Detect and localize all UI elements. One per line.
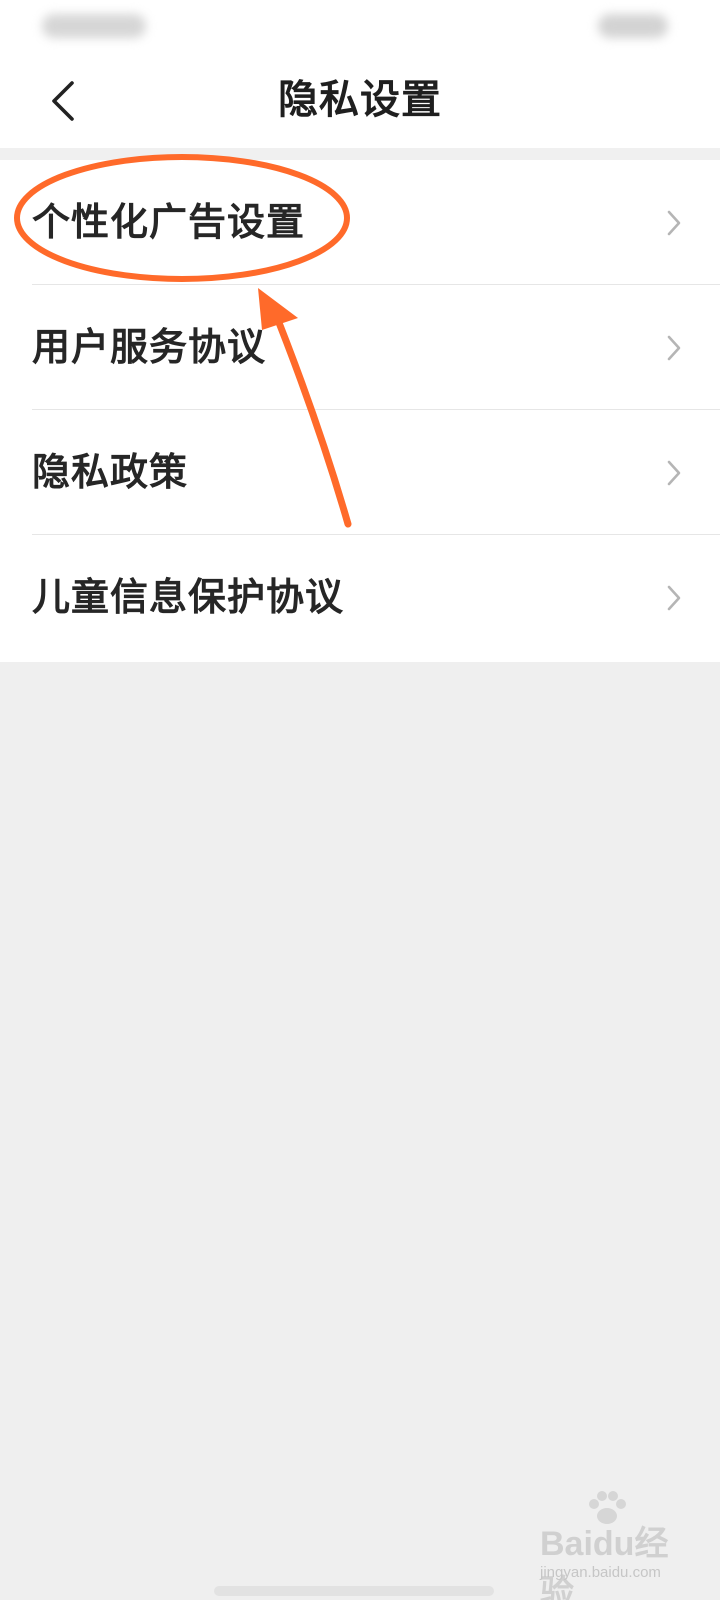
menu-item-label: 个性化广告设置 <box>32 200 306 244</box>
chevron-right-icon <box>667 460 681 486</box>
privacy-settings-screen: 隐私设置 个性化广告设置 用户服务协议 隐私政策 儿童信息保护协议 Baidu经… <box>0 0 720 1600</box>
menu-item-privacy-policy[interactable]: 隐私政策 <box>0 410 720 535</box>
watermark-brand: Baidu经验 <box>540 1525 669 1600</box>
back-button[interactable] <box>34 70 92 132</box>
page-title: 隐私设置 <box>278 77 442 123</box>
menu-item-child-info-protection[interactable]: 儿童信息保护协议 <box>0 535 720 660</box>
chevron-right-icon <box>667 335 681 361</box>
menu-item-label: 儿童信息保护协议 <box>32 575 345 619</box>
watermark-site: jingyan.baidu.com <box>540 1564 661 1581</box>
chevron-right-icon <box>667 210 681 236</box>
menu-item-label: 隐私政策 <box>32 450 189 494</box>
status-bar <box>0 0 720 52</box>
home-indicator <box>214 1586 494 1596</box>
chevron-left-icon <box>52 81 74 121</box>
menu-item-personalized-ads[interactable]: 个性化广告设置 <box>0 160 720 285</box>
menu-item-user-service-agreement[interactable]: 用户服务协议 <box>0 285 720 410</box>
status-time-blurred <box>42 14 146 38</box>
settings-list: 个性化广告设置 用户服务协议 隐私政策 儿童信息保护协议 <box>0 160 720 662</box>
status-icons-blurred <box>598 14 668 38</box>
section-gap <box>0 148 720 160</box>
baidu-watermark: Baidu经验 jingyan.baidu.com <box>540 1490 690 1600</box>
menu-item-label: 用户服务协议 <box>32 325 267 369</box>
chevron-right-icon <box>667 585 681 611</box>
nav-bar: 隐私设置 <box>0 52 720 148</box>
